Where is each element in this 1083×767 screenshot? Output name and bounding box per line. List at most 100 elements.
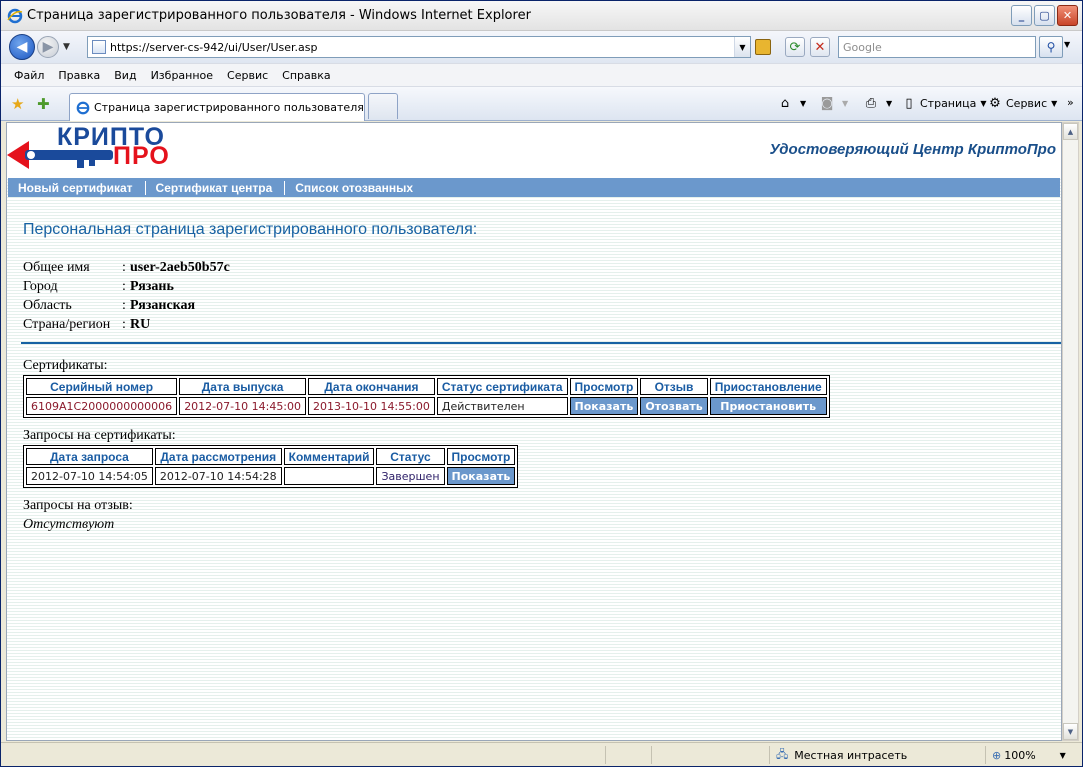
cryptopro-logo[interactable]: КРИПТО ПРО bbox=[7, 123, 185, 173]
info-row: Общее имя : user-2aeb50b57c bbox=[23, 260, 230, 279]
revocations-label: Запросы на отзыв: bbox=[23, 498, 133, 513]
forward-button[interactable]: ▶ bbox=[37, 36, 59, 58]
user-info: Общее имя : user-2aeb50b57c Город : Ряза… bbox=[23, 260, 230, 336]
cert-expires: 2013-10-10 14:55:00 bbox=[308, 397, 435, 415]
print-button[interactable]: ⎙ ▼ bbox=[863, 95, 892, 111]
page-content: КРИПТО ПРО Удостоверяющий Центр КриптоПр… bbox=[6, 122, 1062, 741]
site-nav: Новый сертификат Сертификат центра Списо… bbox=[8, 178, 1060, 197]
menu-file[interactable]: Файл bbox=[14, 69, 44, 82]
col-view: Просмотр bbox=[446, 448, 516, 465]
info-row: Страна/регион : RU bbox=[23, 317, 230, 336]
menu-edit[interactable]: Правка bbox=[58, 69, 100, 82]
table-header-row: Серийный номер Дата выпуска Дата окончан… bbox=[26, 378, 827, 395]
address-text: https://server-cs-942/ui/User/User.asp bbox=[110, 40, 318, 54]
lock-icon[interactable] bbox=[755, 39, 771, 55]
info-row: Область : Рязанская bbox=[23, 298, 230, 317]
col-request-date: Дата запроса bbox=[26, 448, 153, 465]
nav-new-certificate[interactable]: Новый сертификат bbox=[8, 180, 146, 195]
nav-ca-certificate[interactable]: Сертификат центра bbox=[146, 180, 286, 195]
address-dropdown-icon[interactable]: ▼ bbox=[734, 37, 750, 57]
cert-revoke-button[interactable]: Отозвать bbox=[640, 397, 708, 415]
feeds-button[interactable]: ◙ ▼ bbox=[819, 95, 848, 111]
ie-logo-icon bbox=[7, 8, 23, 23]
info-label: Город bbox=[23, 279, 58, 294]
col-serial: Серийный номер bbox=[26, 378, 178, 395]
divider bbox=[21, 342, 1061, 344]
request-status: Завершен bbox=[376, 467, 445, 485]
nav-revoked-list[interactable]: Список отозванных bbox=[285, 181, 425, 195]
col-suspend: Приостановление bbox=[709, 378, 827, 395]
menu-help[interactable]: Справка bbox=[282, 69, 330, 82]
info-value: Рязанская bbox=[130, 298, 196, 313]
tab-current[interactable]: Страница зарегистрированного пользовател… bbox=[69, 93, 365, 121]
refresh-icon[interactable]: ⟳ bbox=[785, 37, 805, 57]
search-placeholder: Google bbox=[843, 40, 882, 54]
maximize-button[interactable]: ▢ bbox=[1034, 5, 1055, 26]
chevron-right-icon[interactable]: » bbox=[1067, 96, 1074, 109]
zoom-icon: ⊕ bbox=[992, 748, 1002, 762]
center-title: Удостоверяющий Центр КриптоПро bbox=[769, 141, 1056, 158]
cert-view-button[interactable]: Показать bbox=[569, 397, 639, 415]
col-comment: Комментарий bbox=[283, 448, 375, 465]
minimize-button[interactable]: _ bbox=[1011, 5, 1032, 26]
intranet-icon: 🖧 bbox=[776, 747, 789, 761]
search-dropdown-icon[interactable]: ▼ bbox=[1064, 40, 1070, 49]
menu-tools[interactable]: Сервис bbox=[227, 69, 268, 82]
menu-favorites[interactable]: Избранное bbox=[151, 69, 213, 82]
col-review-date: Дата рассмотрения bbox=[154, 448, 282, 465]
cert-suspend-button[interactable]: Приостановить bbox=[709, 397, 827, 415]
menu-bar: Файл Правка Вид Избранное Сервис Справка bbox=[1, 63, 1082, 87]
tab-bar: ★ ✚ Страница зарегистрированного пользов… bbox=[1, 87, 1082, 121]
logo-text-bottom: ПРО bbox=[113, 142, 170, 170]
col-issued: Дата выпуска bbox=[179, 378, 307, 395]
scroll-down-icon[interactable]: ▼ bbox=[1063, 723, 1078, 740]
home-button[interactable]: ⌂ ▼ bbox=[777, 95, 806, 111]
window-title: Страница зарегистрированного пользовател… bbox=[27, 8, 531, 23]
info-value: RU bbox=[130, 317, 151, 332]
close-button[interactable]: ✕ bbox=[1057, 5, 1078, 26]
request-date: 2012-07-10 14:54:05 bbox=[26, 467, 153, 485]
page-icon bbox=[92, 40, 106, 54]
scroll-up-icon[interactable]: ▲ bbox=[1063, 123, 1078, 140]
info-value: Рязань bbox=[130, 279, 174, 294]
cert-issued: 2012-07-10 14:45:00 bbox=[179, 397, 307, 415]
page-title: Персональная страница зарегистрированног… bbox=[23, 221, 478, 238]
add-favorite-icon[interactable]: ✚ bbox=[37, 95, 50, 113]
revocations-empty: Отсутствуют bbox=[23, 517, 115, 532]
favorites-star-icon[interactable]: ★ bbox=[11, 95, 24, 113]
zoom-pane[interactable]: ⊕ 100% ▼ bbox=[985, 746, 1079, 764]
tools-menu-button[interactable]: ⚙ Сервис ▼ bbox=[987, 95, 1057, 111]
history-dropdown-icon[interactable]: ▼ bbox=[63, 42, 70, 52]
requests-table: Дата запроса Дата рассмотрения Комментар… bbox=[23, 445, 519, 488]
tab-label: Страница зарегистрированного пользовател… bbox=[94, 101, 364, 114]
rss-icon: ◙ bbox=[820, 95, 834, 111]
info-label: Область bbox=[23, 298, 72, 313]
address-input[interactable]: https://server-cs-942/ui/User/User.asp ▼ bbox=[87, 36, 751, 58]
search-icon[interactable]: ⚲ bbox=[1039, 36, 1063, 58]
stop-icon[interactable]: ✕ bbox=[810, 37, 830, 57]
zone-label: Местная интрасеть bbox=[794, 748, 908, 762]
col-revoke: Отзыв bbox=[640, 378, 708, 395]
cert-serial: 6109A1C2000000000006 bbox=[26, 397, 178, 415]
back-button[interactable]: ◀ bbox=[9, 34, 35, 60]
search-input[interactable]: Google bbox=[838, 36, 1036, 58]
table-row: 6109A1C2000000000006 2012-07-10 14:45:00… bbox=[26, 397, 827, 415]
vertical-scrollbar[interactable]: ▲ ▼ bbox=[1062, 122, 1079, 741]
request-view-button[interactable]: Показать bbox=[446, 467, 516, 485]
col-view: Просмотр bbox=[569, 378, 639, 395]
info-label: Общее имя bbox=[23, 260, 90, 275]
menu-view[interactable]: Вид bbox=[114, 69, 136, 82]
certificates-table: Серийный номер Дата выпуска Дата окончан… bbox=[23, 375, 830, 418]
zoom-level: 100% bbox=[1004, 748, 1036, 762]
table-header-row: Дата запроса Дата рассмотрения Комментар… bbox=[26, 448, 516, 465]
chevron-down-icon: ▼ bbox=[1059, 750, 1066, 760]
certificates-label: Сертификаты: bbox=[23, 358, 108, 373]
table-row: 2012-07-10 14:54:05 2012-07-10 14:54:28 … bbox=[26, 467, 516, 485]
page-menu-label: Страница bbox=[920, 96, 977, 110]
tools-menu-label: Сервис bbox=[1006, 96, 1048, 110]
title-bar: Страница зарегистрированного пользовател… bbox=[1, 1, 1082, 31]
col-expires: Дата окончания bbox=[308, 378, 435, 395]
zone-pane[interactable]: 🖧 Местная интрасеть bbox=[769, 746, 981, 764]
new-tab-button[interactable] bbox=[368, 93, 398, 119]
page-menu-button[interactable]: ▯ Страница ▼ bbox=[901, 95, 986, 111]
